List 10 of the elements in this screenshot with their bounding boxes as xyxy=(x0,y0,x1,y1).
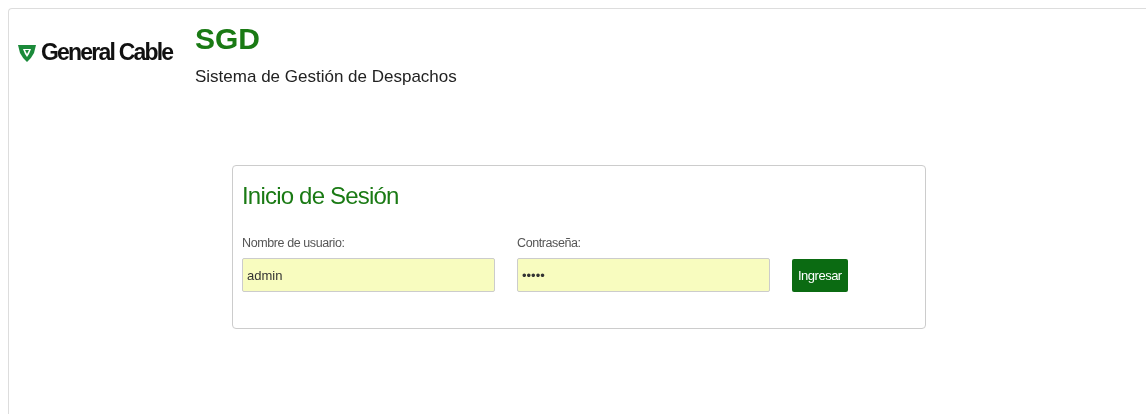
login-title: Inicio de Sesión xyxy=(242,182,400,210)
shield-logo-icon xyxy=(17,42,37,63)
app-subtitle: Sistema de Gestión de Despachos xyxy=(195,67,457,87)
logo-text: General Cable xyxy=(41,39,173,66)
login-button[interactable]: Ingresar xyxy=(792,259,848,292)
field-label: Nombre de usuario: xyxy=(242,236,346,250)
app-title: SGD xyxy=(195,23,261,55)
field-label: Contraseña: xyxy=(517,236,582,250)
input-field[interactable]: admin xyxy=(242,258,495,292)
input-field[interactable]: ••••• xyxy=(517,258,770,292)
